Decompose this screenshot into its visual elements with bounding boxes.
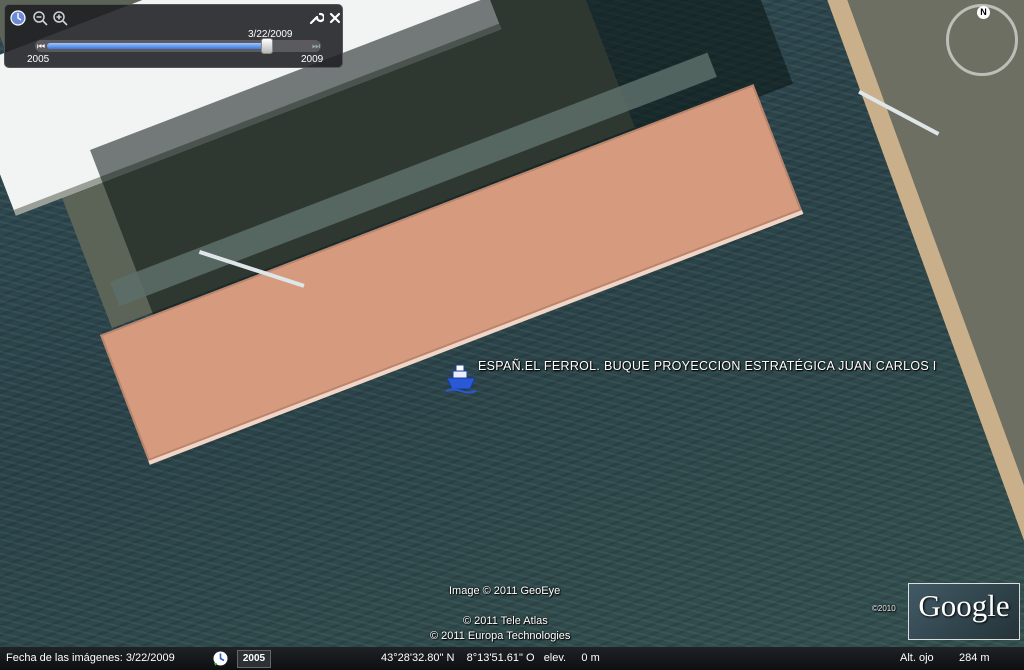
slider-end-year: 2009 <box>301 54 324 65</box>
north-indicator[interactable]: N <box>977 6 990 19</box>
google-logo: Google <box>908 583 1020 640</box>
year-button[interactable]: 2005 <box>237 650 271 668</box>
satellite-map[interactable] <box>0 0 1024 670</box>
europa-attribution: © 2011 Europa Technologies <box>430 630 571 642</box>
next-icon[interactable]: ⏭ <box>311 40 321 52</box>
time-slider-fill <box>47 43 267 49</box>
time-slider-thumb[interactable] <box>261 38 273 54</box>
slider-start-year: 2005 <box>27 54 50 65</box>
previous-icon[interactable]: ⏮ <box>36 40 46 52</box>
zoom-in-icon[interactable] <box>52 10 68 26</box>
clock-icon[interactable] <box>10 10 26 26</box>
close-icon[interactable] <box>327 10 343 26</box>
wrench-icon[interactable] <box>308 10 324 26</box>
eye-altitude-value: 284 m <box>959 652 990 664</box>
tele-atlas-attribution: © 2011 Tele Atlas <box>463 615 548 627</box>
eye-altitude-label: Alt. ojo <box>900 652 934 664</box>
time-slider-track[interactable]: ⏮ ⏭ <box>35 38 321 54</box>
historical-imagery-icon[interactable] <box>212 650 229 667</box>
time-slider-panel: 3/22/2009 ⏮ ⏭ 2005 2009 <box>4 4 343 68</box>
imagery-attribution: Image © 2011 GeoEye <box>449 585 561 597</box>
zoom-out-icon[interactable] <box>32 10 48 26</box>
coordinates-readout: 43°28'32.80" N 8°13'51.61" O elev. 0 m <box>381 652 600 664</box>
logo-year: ©2010 <box>872 604 896 613</box>
placemark-label[interactable]: ESPAÑ.EL FERROL. BUQUE PROYECCION ESTRAT… <box>478 359 937 373</box>
ship-icon[interactable] <box>444 362 478 394</box>
imagery-date: Fecha de las imágenes: 3/22/2009 <box>6 652 175 664</box>
status-bar: Fecha de las imágenes: 3/22/2009 2005 43… <box>0 647 1024 670</box>
